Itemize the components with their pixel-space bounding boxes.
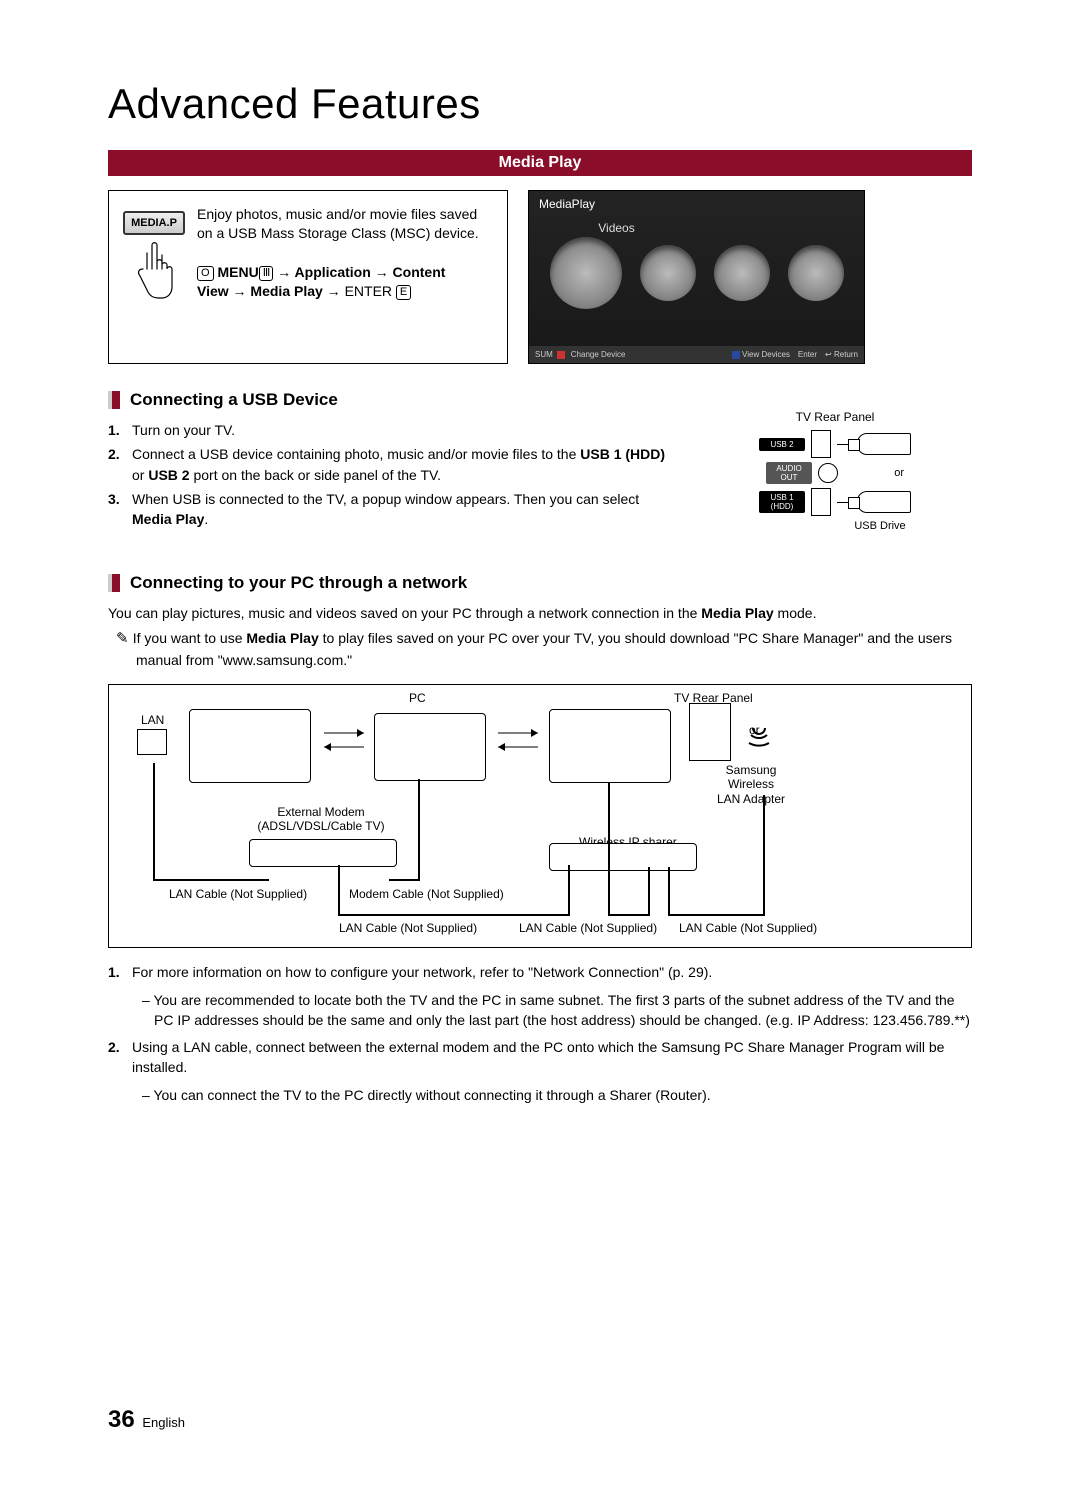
tv-rear-panel-label: TV Rear Panel <box>698 410 972 424</box>
intro-c: mode. <box>774 605 817 621</box>
step-num-2: 2. <box>108 444 132 485</box>
or-label: or <box>844 467 904 479</box>
osd-icon: O <box>197 266 214 281</box>
settings-icon <box>788 245 844 301</box>
port-audio-label: AUDIO OUT <box>766 462 812 484</box>
menu-path-line1: → Application → Content <box>273 264 445 280</box>
menu-icon: Ⅲ <box>259 266 274 281</box>
red-square-icon <box>557 351 565 359</box>
port-usb1-label: USB 1 (HDD) <box>759 491 805 513</box>
port-usb2-box <box>811 430 831 458</box>
usb-stick-2 <box>857 491 911 513</box>
network-note: If you want to use Media Play to play fi… <box>108 628 972 670</box>
step2-a: Connect a USB device containing photo, m… <box>132 446 580 462</box>
net-step-num-1: 1. <box>108 962 132 982</box>
photos-icon <box>714 245 770 301</box>
footer-enter-label: Enter <box>798 350 817 359</box>
videos-icon <box>550 237 622 309</box>
tv-screenshot: MediaPlay Videos SUM Change Device View … <box>528 190 865 364</box>
section-header: Media Play <box>108 150 972 176</box>
screenshot-title: MediaPlay <box>529 191 864 217</box>
footer-return-label: Return <box>834 350 858 359</box>
enter-icon: E <box>396 285 411 300</box>
net-step-2-sub-text: You can connect the TV to the PC directl… <box>153 1087 710 1103</box>
port-usb1-box <box>811 488 831 516</box>
note-b: Media Play <box>246 630 318 646</box>
category-icons <box>529 245 864 309</box>
network-heading-text: Connecting to your PC through a network <box>130 573 467 593</box>
step-3: When USB is connected to the TV, a popup… <box>132 489 678 530</box>
sub-heading-network: Connecting to your PC through a network <box>108 573 972 593</box>
step-num-3: 3. <box>108 489 132 530</box>
net-step-2: Using a LAN cable, connect between the e… <box>132 1037 972 1078</box>
heading-bar-icon-2 <box>108 574 120 592</box>
intro-a: You can play pictures, music and videos … <box>108 605 701 621</box>
port-audio-box <box>818 463 838 483</box>
change-device-label: Change Device <box>571 350 626 359</box>
net-step-2-sub: – You can connect the TV to the PC direc… <box>132 1085 711 1105</box>
step-num-1: 1. <box>108 420 132 440</box>
net-step-1-sub: – You are recommended to locate both the… <box>132 990 972 1031</box>
usb-stick-1 <box>857 433 911 455</box>
sum-label: SUM <box>535 350 553 359</box>
media-play-row: MEDIA.P Enjoy photos, music and/or movie… <box>108 190 972 364</box>
network-steps: 1.For more information on how to configu… <box>108 962 972 1106</box>
blue-square-icon <box>732 351 740 359</box>
sub-heading-usb: Connecting a USB Device <box>108 390 972 410</box>
step3-a: When USB is connected to the TV, a popup… <box>132 491 639 507</box>
step2-b2: USB 2 <box>148 467 189 483</box>
port-usb2-label: USB 2 <box>759 438 805 451</box>
note-a: If you want to use <box>133 630 247 646</box>
intro-b: Media Play <box>701 605 773 621</box>
screenshot-category: Videos <box>369 221 864 235</box>
usb-steps: 1.Turn on your TV. 2. Connect a USB devi… <box>108 420 678 533</box>
step2-b1: USB 1 (HDD) <box>580 446 665 462</box>
manual-page: Advanced Features Media Play MEDIA.P Enj… <box>0 0 1080 1494</box>
remote-button-column: MEDIA.P <box>123 205 197 337</box>
step2-c: port on the back or side panel of the TV… <box>190 467 441 483</box>
step3-c: . <box>204 511 208 527</box>
media-play-box: MEDIA.P Enjoy photos, music and/or movie… <box>108 190 508 364</box>
step-1: Turn on your TV. <box>132 420 235 440</box>
net-step-num-2: 2. <box>108 1037 132 1078</box>
network-diagram: LAN PC TV Rear Panel or Samsung Wireless… <box>108 684 972 948</box>
page-footer: 36 English <box>108 1406 185 1434</box>
view-devices-label: View Devices <box>742 350 790 359</box>
net-step-1-sub-text: You are recommended to locate both the T… <box>153 992 969 1028</box>
menu-path-line2a: View → Media Play → <box>197 283 345 299</box>
network-intro: You can play pictures, music and videos … <box>108 603 972 623</box>
page-title: Advanced Features <box>108 80 972 128</box>
cable-lines <box>109 685 971 947</box>
hand-icon <box>129 241 175 301</box>
menu-prefix: MENU <box>217 264 258 280</box>
usb-drive-label: USB Drive <box>788 520 972 532</box>
step3-b: Media Play <box>132 511 204 527</box>
page-number: 36 <box>108 1406 135 1433</box>
usb-heading-text: Connecting a USB Device <box>130 390 338 410</box>
step2-mid: or <box>132 467 148 483</box>
heading-bar-icon <box>108 391 120 409</box>
usb-section: 1.Turn on your TV. 2. Connect a USB devi… <box>108 410 972 533</box>
media-p-button: MEDIA.P <box>123 211 185 235</box>
enter-label: ENTER <box>345 283 392 299</box>
screenshot-footer: SUM Change Device View Devices Enter ↩ R… <box>529 346 864 363</box>
net-step-1: For more information on how to configure… <box>132 962 712 982</box>
menu-path: O MENUⅢ → Application → Content View → M… <box>197 263 489 302</box>
usb-diagram: TV Rear Panel USB 2 AUDIO OUT or USB 1 (… <box>698 410 972 533</box>
music-icon <box>640 245 696 301</box>
step-2: Connect a USB device containing photo, m… <box>132 444 678 485</box>
page-lang: English <box>142 1415 185 1430</box>
